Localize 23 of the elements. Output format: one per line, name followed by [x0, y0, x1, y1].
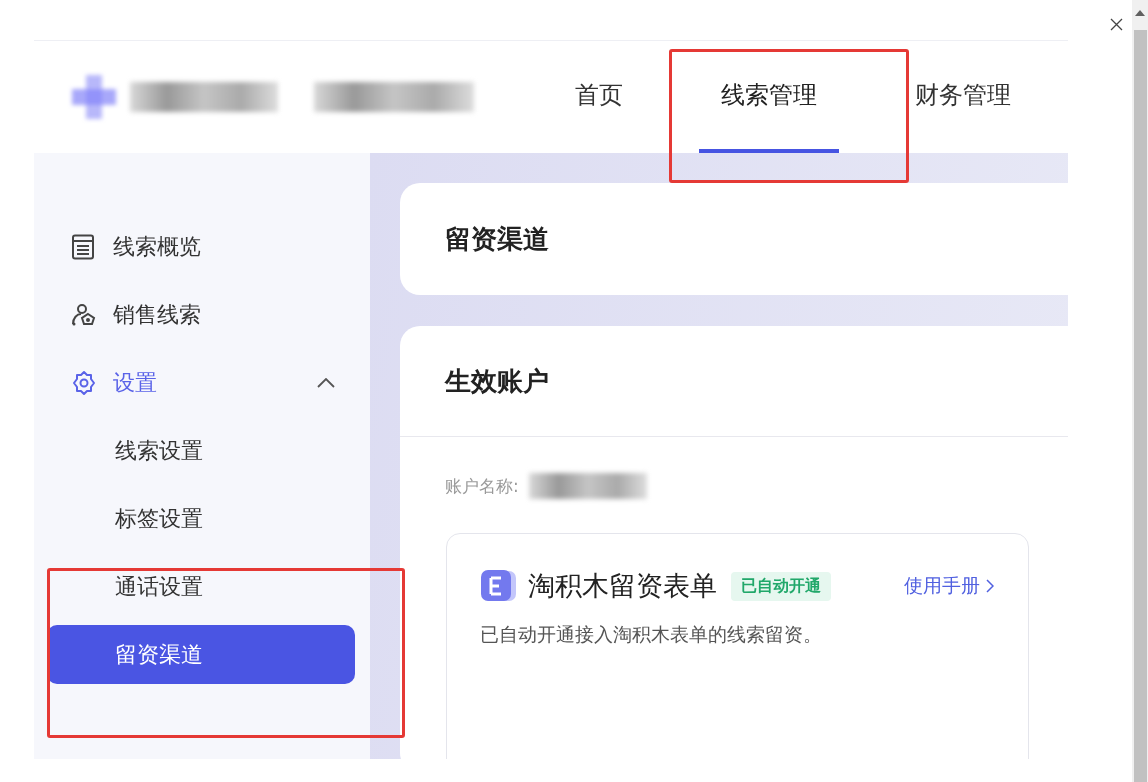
- channel-description: 已自动开通接入淘积木表单的线索留资。: [480, 622, 823, 647]
- page-title: 留资渠道: [445, 222, 549, 256]
- caret-up-icon: [317, 377, 335, 388]
- channel-title: 淘积木留资表单: [528, 569, 717, 603]
- scrollbar[interactable]: [1132, 0, 1148, 782]
- sidebar-subitem[interactable]: 留资渠道: [47, 625, 355, 684]
- scrollbar-thumb[interactable]: [1133, 30, 1147, 782]
- account-label: 账户名称:: [445, 474, 519, 498]
- sidebar-subitem[interactable]: 标签设置: [47, 489, 355, 548]
- sidebar-item[interactable]: 线索概览: [47, 217, 355, 276]
- sidebar-item[interactable]: 设置: [47, 353, 355, 412]
- section-title: 生效账户: [445, 364, 549, 398]
- chevron-right-icon: [986, 579, 994, 593]
- sidebar-subitem[interactable]: 通话设置: [47, 557, 355, 616]
- scroll-up-icon[interactable]: [1135, 10, 1145, 16]
- sidebar-item[interactable]: 销售线索: [47, 285, 355, 344]
- nav-tab[interactable]: 首页: [553, 41, 645, 153]
- close-icon[interactable]: [1110, 18, 1123, 31]
- form-icon: [480, 569, 518, 603]
- nav-tab[interactable]: 财务管理: [893, 41, 1033, 153]
- sidebar-subitem[interactable]: 线索设置: [47, 421, 355, 480]
- manual-link[interactable]: 使用手册: [904, 573, 994, 599]
- status-badge: 已自动开通: [731, 571, 831, 601]
